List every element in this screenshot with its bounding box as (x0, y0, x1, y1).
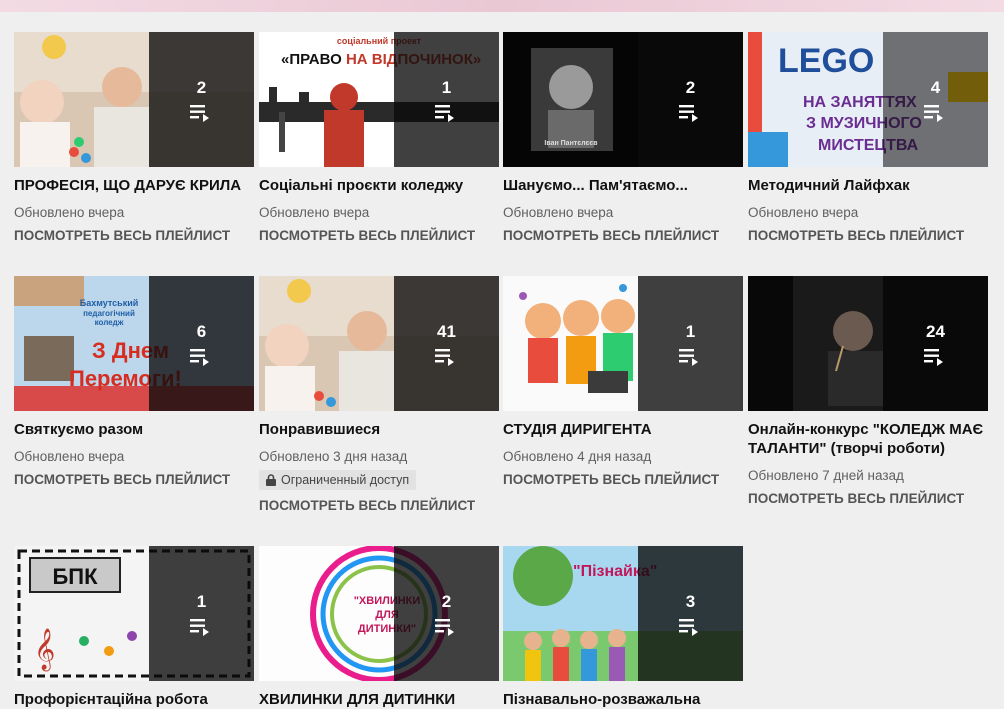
view-full-playlist-link[interactable]: ПОСМОТРЕТЬ ВЕСЬ ПЛЕЙЛИСТ (503, 471, 743, 488)
video-count: 2 (196, 77, 207, 97)
playlist-card: "Пізнайка" 3 Пізнавально-розважальна (503, 546, 743, 709)
playlist-thumbnail[interactable]: 2 (14, 32, 254, 167)
playlist-overlay: 2 (149, 32, 254, 167)
playlist-card: Іван Пантєлєєв 2 Шануємо... Пам'ятаємо..… (503, 32, 743, 244)
art-header2: педагогічний (83, 309, 135, 318)
playlist-card: 24 Онлайн-конкурс "КОЛЕДЖ МАЄ ТАЛАНТИ" (… (748, 276, 988, 507)
playlist-play-icon (678, 348, 698, 366)
playlist-title[interactable]: Святкуємо разом (14, 420, 254, 439)
playlist-card: LEGO НА ЗАНЯТТЯХ З МУЗИЧНОГО МИСТЕЦТВА 4… (748, 32, 988, 244)
playlist-play-icon (434, 104, 454, 122)
playlist-play-icon (434, 618, 454, 636)
updated-text: Обновлено вчера (503, 205, 614, 220)
playlist-title[interactable]: Понравившиеся (259, 420, 499, 439)
art-header1: Бахмутський (80, 298, 139, 308)
playlist-play-icon (434, 348, 454, 366)
playlist-card: 41 Понравившиеся Обновлено 3 дня назад О… (259, 276, 499, 514)
playlist-title[interactable]: Методичний Лайфхак (748, 176, 988, 195)
art-header3: коледж (95, 318, 124, 327)
playlist-thumbnail[interactable]: 41 (259, 276, 499, 411)
playlist-play-icon (923, 104, 943, 122)
video-count: 41 (437, 321, 456, 341)
top-strip (0, 0, 1004, 12)
updated-text: Обновлено 4 дня назад (503, 449, 652, 464)
playlist-card: 2 ПРОФЕСІЯ, ЩО ДАРУЄ КРИЛА Обновлено вче… (14, 32, 254, 244)
playlist-title[interactable]: СТУДІЯ ДИРИГЕНТА (503, 420, 743, 439)
video-count: 2 (685, 77, 696, 97)
art-label: БПК (52, 564, 98, 589)
playlist-thumbnail[interactable]: 24 (748, 276, 988, 411)
playlist-thumbnail[interactable]: 1 (503, 276, 743, 411)
playlist-card: "ХВИЛИНКИ ДЛЯ ДИТИНКИ" 2 ХВИЛИНКИ ДЛЯ ДИ… (259, 546, 499, 709)
updated-text: Обновлено вчера (14, 449, 125, 464)
view-full-playlist-link[interactable]: ПОСМОТРЕТЬ ВЕСЬ ПЛЕЙЛИСТ (14, 471, 254, 488)
view-full-playlist-link[interactable]: ПОСМОТРЕТЬ ВЕСЬ ПЛЕЙЛИСТ (748, 227, 988, 244)
playlist-play-icon (923, 348, 943, 366)
playlist-title[interactable]: Соціальні проєкти коледжу (259, 176, 499, 195)
badge-label: Ограниченный доступ (281, 473, 410, 487)
lock-icon (266, 474, 276, 486)
playlist-title[interactable]: Пізнавально-розважальна (503, 690, 743, 709)
playlist-overlay: 2 (394, 546, 499, 681)
video-count: 2 (441, 591, 452, 611)
playlist-overlay: 2 (638, 32, 743, 167)
playlist-overlay: 41 (394, 276, 499, 411)
art-title-part1: «ПРАВО (281, 51, 346, 68)
playlist-overlay: 4 (883, 32, 988, 167)
view-full-playlist-link[interactable]: ПОСМОТРЕТЬ ВЕСЬ ПЛЕЙЛИСТ (259, 497, 499, 514)
updated-text: Обновлено вчера (14, 205, 125, 220)
playlist-thumbnail[interactable]: "ХВИЛИНКИ ДЛЯ ДИТИНКИ" 2 (259, 546, 499, 681)
video-count: 1 (685, 321, 696, 341)
playlist-thumbnail[interactable]: БПК 𝄞 1 (14, 546, 254, 681)
playlist-card: Бахмутський педагогічний коледж З Днем П… (14, 276, 254, 488)
svg-text:𝄞: 𝄞 (34, 628, 55, 671)
video-count: 6 (196, 321, 207, 341)
playlist-overlay: 3 (638, 546, 743, 681)
playlist-play-icon (189, 618, 209, 636)
playlist-thumbnail[interactable]: LEGO НА ЗАНЯТТЯХ З МУЗИЧНОГО МИСТЕЦТВА 4 (748, 32, 988, 167)
video-count: 1 (196, 591, 207, 611)
restricted-access-badge: Ограниченный доступ (259, 470, 417, 490)
playlist-overlay: 1 (149, 546, 254, 681)
playlist-card: соціальний проект «ПРАВО НА ВІДПОЧИНОК» … (259, 32, 499, 244)
playlist-overlay: 6 (149, 276, 254, 411)
playlist-card: БПК 𝄞 1 Профорієнтаційна робота (14, 546, 254, 709)
view-full-playlist-link[interactable]: ПОСМОТРЕТЬ ВЕСЬ ПЛЕЙЛИСТ (14, 227, 254, 244)
playlist-thumbnail[interactable]: "Пізнайка" 3 (503, 546, 743, 681)
updated-text: Обновлено вчера (259, 205, 370, 220)
video-count: 1 (441, 77, 452, 97)
playlist-play-icon (678, 104, 698, 122)
playlist-overlay: 1 (638, 276, 743, 411)
view-full-playlist-link[interactable]: ПОСМОТРЕТЬ ВЕСЬ ПЛЕЙЛИСТ (748, 490, 988, 507)
playlist-title[interactable]: Профорієнтаційна робота (14, 690, 254, 709)
video-count: 4 (930, 77, 941, 97)
playlist-title[interactable]: ПРОФЕСІЯ, ЩО ДАРУЄ КРИЛА (14, 176, 254, 195)
playlist-title[interactable]: ХВИЛИНКИ ДЛЯ ДИТИНКИ (259, 690, 499, 709)
updated-text: Обновлено 3 дня назад (259, 449, 408, 464)
playlist-play-icon (678, 618, 698, 636)
playlist-thumbnail[interactable]: соціальний проект «ПРАВО НА ВІДПОЧИНОК» … (259, 32, 499, 167)
view-full-playlist-link[interactable]: ПОСМОТРЕТЬ ВЕСЬ ПЛЕЙЛИСТ (259, 227, 499, 244)
video-count: 3 (685, 591, 696, 611)
playlist-play-icon (189, 104, 209, 122)
playlist-title[interactable]: Шануємо... Пам'ятаємо... (503, 176, 743, 195)
playlist-title[interactable]: Онлайн-конкурс "КОЛЕДЖ МАЄ ТАЛАНТИ" (тво… (748, 420, 988, 458)
playlist-thumbnail[interactable]: Іван Пантєлєєв 2 (503, 32, 743, 167)
art-caption: Іван Пантєлєєв (544, 140, 598, 147)
art-lego-text: LEGO (778, 42, 874, 80)
view-full-playlist-link[interactable]: ПОСМОТРЕТЬ ВЕСЬ ПЛЕЙЛИСТ (503, 227, 743, 244)
playlist-thumbnail[interactable]: Бахмутський педагогічний коледж З Днем П… (14, 276, 254, 411)
playlist-card: 1 СТУДІЯ ДИРИГЕНТА Обновлено 4 дня назад… (503, 276, 743, 488)
playlist-overlay: 24 (883, 276, 988, 411)
playlist-overlay: 1 (394, 32, 499, 167)
video-count: 24 (926, 321, 945, 341)
updated-text: Обновлено 7 дней назад (748, 468, 904, 483)
updated-text: Обновлено вчера (748, 205, 859, 220)
playlist-play-icon (189, 348, 209, 366)
